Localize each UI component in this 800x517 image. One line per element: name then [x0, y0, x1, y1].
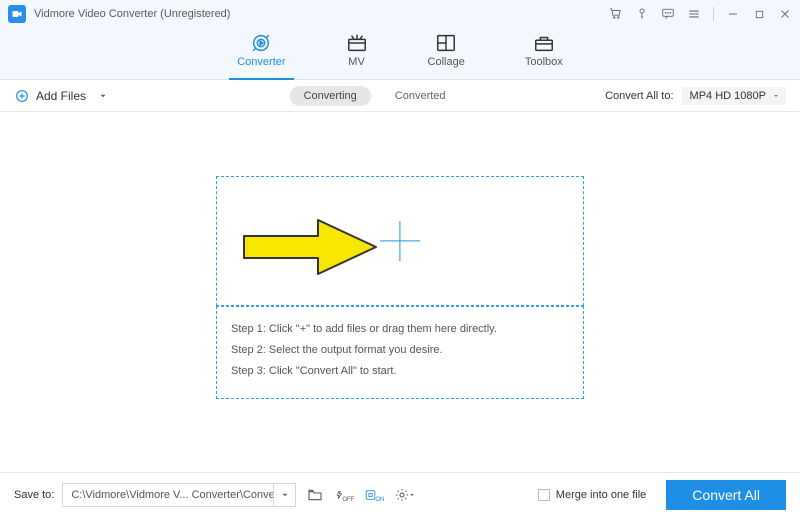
save-path: C:\Vidmore\Vidmore V... Converter\Conver…	[63, 489, 273, 501]
chevron-down-icon	[98, 91, 108, 101]
dropzone[interactable]	[216, 176, 584, 306]
chevron-down-icon	[772, 92, 780, 100]
steps-panel: Step 1: Click "+" to add files or drag t…	[216, 306, 584, 399]
minimize-button[interactable]	[726, 7, 740, 21]
step-3: Step 3: Click "Convert All" to start.	[231, 361, 569, 382]
add-files-label: Add Files	[36, 89, 86, 103]
titlebar: Vidmore Video Converter (Unregistered)	[0, 0, 800, 28]
converter-icon	[250, 32, 272, 54]
mv-icon	[346, 32, 368, 54]
save-to-label: Save to:	[14, 489, 54, 501]
mode-toggle: Converting Converted	[290, 86, 460, 106]
checkbox-icon	[538, 489, 550, 501]
merge-checkbox[interactable]: Merge into one file	[538, 489, 647, 501]
tab-label: MV	[348, 56, 365, 68]
add-files-button[interactable]: Add Files	[14, 88, 108, 104]
toolbox-icon	[533, 32, 555, 54]
cart-icon[interactable]	[609, 7, 623, 21]
actionbar: Add Files Converting Converted Convert A…	[0, 80, 800, 112]
mode-converting[interactable]: Converting	[290, 86, 371, 106]
main-tabs: Converter MV Collage Toolbox	[0, 28, 800, 80]
browse-folder-button[interactable]	[304, 484, 326, 506]
separator	[713, 7, 714, 21]
tab-label: Collage	[428, 56, 465, 68]
bottombar: Save to: C:\Vidmore\Vidmore V... Convert…	[0, 472, 800, 517]
hw-on-sub: ON	[375, 497, 384, 503]
hw-off-sub: OFF	[342, 497, 354, 503]
step-1: Step 1: Click "+" to add files or drag t…	[231, 319, 569, 340]
hw-accel-on-button[interactable]: ON	[364, 484, 386, 506]
collage-icon	[435, 32, 457, 54]
tab-label: Converter	[237, 56, 285, 68]
tab-toolbox[interactable]: Toolbox	[517, 28, 571, 80]
output-format-select[interactable]: MP4 HD 1080P	[682, 87, 786, 105]
app-logo	[8, 5, 26, 23]
mode-converted[interactable]: Converted	[381, 86, 460, 106]
convert-all-to: Convert All to: MP4 HD 1080P	[605, 87, 786, 105]
tab-mv[interactable]: MV	[338, 28, 376, 80]
format-selected-value: MP4 HD 1080P	[690, 90, 766, 102]
convert-all-to-label: Convert All to:	[605, 90, 673, 102]
tab-label: Toolbox	[525, 56, 563, 68]
convert-all-button[interactable]: Convert All	[666, 480, 786, 510]
app-title: Vidmore Video Converter (Unregistered)	[34, 8, 609, 20]
step-2: Step 2: Select the output format you des…	[231, 340, 569, 361]
settings-button[interactable]	[394, 484, 416, 506]
save-path-box: C:\Vidmore\Vidmore V... Converter\Conver…	[62, 483, 296, 507]
maximize-button[interactable]	[752, 7, 766, 21]
feedback-icon[interactable]	[661, 7, 675, 21]
plus-circle-icon	[14, 88, 30, 104]
close-button[interactable]	[778, 7, 792, 21]
add-plus-icon	[380, 221, 420, 261]
key-icon[interactable]	[635, 7, 649, 21]
titlebar-controls	[609, 7, 792, 21]
hw-accel-off-button[interactable]: OFF	[334, 484, 356, 506]
merge-label: Merge into one file	[556, 489, 647, 501]
tab-collage[interactable]: Collage	[420, 28, 473, 80]
save-path-dropdown[interactable]	[273, 483, 295, 507]
tab-converter[interactable]: Converter	[229, 28, 293, 80]
main-area: Step 1: Click "+" to add files or drag t…	[0, 112, 800, 472]
menu-icon[interactable]	[687, 7, 701, 21]
